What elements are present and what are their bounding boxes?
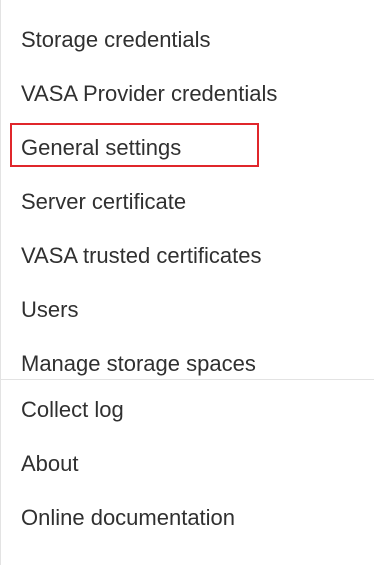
menu-item-users[interactable]: Users bbox=[1, 282, 374, 336]
menu-item-general-settings[interactable]: General settings bbox=[1, 120, 374, 174]
menu-item-online-documentation[interactable]: Online documentation bbox=[1, 490, 374, 544]
menu-item-label: Server certificate bbox=[21, 189, 187, 214]
menu-item-label: Collect log bbox=[21, 397, 124, 422]
settings-menu: Storage credentials VASA Provider creden… bbox=[0, 0, 374, 565]
menu-item-label: Storage credentials bbox=[21, 27, 211, 52]
menu-item-label: Online documentation bbox=[21, 505, 236, 530]
menu-divider bbox=[1, 379, 374, 380]
menu-item-server-certificate[interactable]: Server certificate bbox=[1, 174, 374, 228]
menu-item-label: About bbox=[21, 451, 79, 476]
menu-item-label: Manage storage spaces bbox=[21, 351, 256, 376]
menu-item-label: VASA Provider credentials bbox=[21, 81, 278, 106]
menu-group-help: Collect log About Online documentation bbox=[1, 382, 374, 544]
menu-item-label: Users bbox=[21, 297, 79, 322]
menu-item-label: General settings bbox=[21, 135, 182, 160]
menu-item-label: VASA trusted certificates bbox=[21, 243, 262, 268]
menu-item-vasa-trusted-certificates[interactable]: VASA trusted certificates bbox=[1, 228, 374, 282]
menu-item-storage-credentials[interactable]: Storage credentials bbox=[1, 12, 374, 66]
menu-item-about[interactable]: About bbox=[1, 436, 374, 490]
menu-group-settings: Storage credentials VASA Provider creden… bbox=[1, 12, 374, 390]
menu-item-vasa-provider-credentials[interactable]: VASA Provider credentials bbox=[1, 66, 374, 120]
menu-item-collect-log[interactable]: Collect log bbox=[1, 382, 374, 436]
